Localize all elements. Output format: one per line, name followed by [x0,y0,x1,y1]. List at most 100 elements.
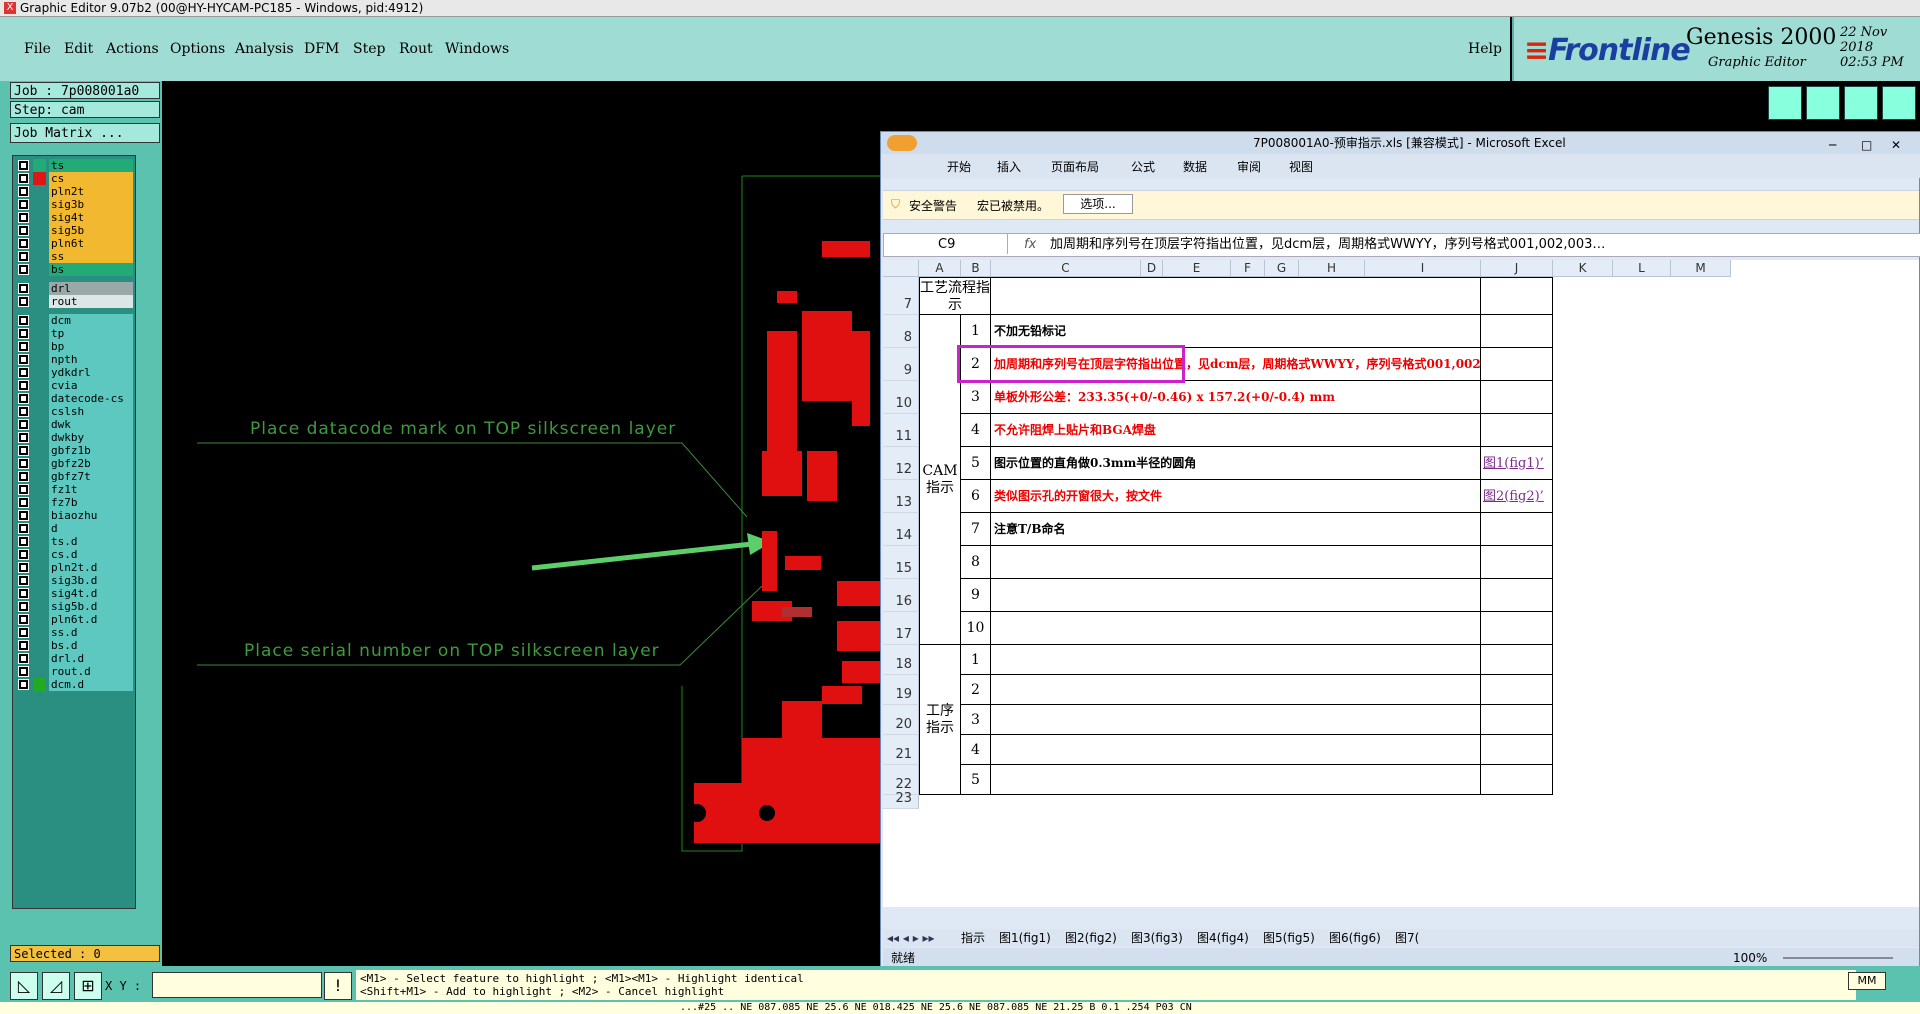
layer-checkbox[interactable] [18,296,29,307]
header-merged-cell[interactable] [991,277,1481,315]
row-header[interactable]: 8 [883,315,919,348]
column-header[interactable]: J [1481,260,1553,277]
layer-checkbox[interactable] [18,679,29,690]
column-header[interactable]: K [1553,260,1613,277]
column-header[interactable]: G [1265,260,1299,277]
figure-link-cell[interactable] [1481,612,1553,645]
column-header[interactable]: L [1613,260,1671,277]
instruction-cell[interactable] [991,675,1481,705]
row-header[interactable]: 20 [883,705,919,735]
instruction-cell[interactable]: 类似图示孔的开窗很大，按文件 [991,480,1481,513]
layer-checkbox[interactable] [18,575,29,586]
index-cell[interactable]: 3 [961,705,991,735]
row-header[interactable]: 9 [883,348,919,381]
menu-windows[interactable]: Windows [445,41,509,57]
layer-checkbox[interactable] [18,393,29,404]
figure-link-cell[interactable] [1481,579,1553,612]
layer-checkbox[interactable] [18,419,29,430]
menu-help[interactable]: Help [1468,41,1502,57]
row-header[interactable]: 14 [883,513,919,546]
name-box[interactable]: C9 [888,234,1008,254]
column-header[interactable]: I [1365,260,1481,277]
instruction-cell[interactable]: 不加无铅标记 [991,315,1481,348]
layer-checkbox[interactable] [18,160,29,171]
select-all-corner[interactable] [883,260,919,277]
instruction-cell[interactable]: 加周期和序列号在顶层字符指出位置，见dcm层，周期格式WWYY，序列号格式001… [991,348,1481,381]
layer-checkbox[interactable] [18,283,29,294]
row-header[interactable]: 10 [883,381,919,414]
instruction-cell[interactable]: 不允许阻焊上贴片和BGA焊盘 [991,414,1481,447]
index-cell[interactable]: 10 [961,612,991,645]
instruction-cell[interactable] [991,579,1481,612]
figure-link-cell[interactable] [1481,675,1553,705]
job-matrix-button[interactable]: Job Matrix ... [10,123,160,143]
security-options-button[interactable]: 选项... [1063,194,1133,214]
menu-file[interactable]: File [24,41,51,57]
tool-button[interactable] [1844,86,1878,120]
instruction-cell[interactable] [991,645,1481,675]
instruction-cell[interactable] [991,735,1481,765]
column-header[interactable]: F [1231,260,1265,277]
figure-link-cell[interactable] [1481,414,1553,447]
layer-checkbox[interactable] [18,510,29,521]
menu-dfm[interactable]: DFM [304,41,339,57]
zoom-level[interactable]: 100% [1733,948,1767,968]
cam-group-cell[interactable]: CAM指示 [919,315,961,645]
sheet-tab[interactable]: 图3(fig3) [1131,929,1183,947]
layer-name[interactable]: dcm.d [49,678,133,691]
row-header[interactable]: 16 [883,579,919,612]
layer-checkbox[interactable] [18,212,29,223]
layer-checkbox[interactable] [18,445,29,456]
layer-checkbox[interactable] [18,315,29,326]
index-cell[interactable]: 5 [961,447,991,480]
measure-tool-icon[interactable]: ◿ [42,972,70,1000]
figure-link-cell[interactable] [1481,705,1553,735]
layer-row[interactable]: bs [13,262,135,277]
sheet-tab[interactable]: 图6(fig6) [1329,929,1381,947]
sheet-tab[interactable]: 指示 [961,929,985,947]
index-cell[interactable]: 6 [961,480,991,513]
table-cell[interactable] [1481,277,1553,315]
figure-link-cell[interactable]: 图2(fig2)’ [1481,480,1553,513]
layer-checkbox[interactable] [18,614,29,625]
grid-tool-icon[interactable]: ⊞ [74,972,102,1000]
layer-checkbox[interactable] [18,186,29,197]
sheet-tab[interactable]: 图1(fig1) [999,929,1051,947]
column-header[interactable]: E [1163,260,1231,277]
layer-checkbox[interactable] [18,601,29,612]
layer-checkbox[interactable] [18,225,29,236]
fx-icon[interactable]: fx [1024,234,1036,256]
ribbon-tab-review[interactable]: 审阅 [1237,158,1261,175]
layer-checkbox[interactable] [18,199,29,210]
ribbon-tab-home[interactable]: 开始 [947,158,971,175]
instruction-cell[interactable]: 注意T/B命名 [991,513,1481,546]
spreadsheet-grid[interactable]: A B C D E F G H I J K L M 7 工艺流程指示 8 1 不加无铅标记 9 2 加周期和序列号在顶层… [883,260,1919,907]
process-group-cell[interactable]: 工序指示 [919,645,961,795]
layer-checkbox[interactable] [18,549,29,560]
units-badge[interactable]: MM [1848,972,1886,990]
row-header[interactable]: 15 [883,546,919,579]
layer-checkbox[interactable] [18,264,29,275]
process-header-cell[interactable]: 工艺流程指示 [919,277,991,315]
column-header[interactable]: H [1299,260,1365,277]
menu-options[interactable]: Options [170,41,225,57]
ribbon-tab-data[interactable]: 数据 [1183,158,1207,175]
figure-link-cell[interactable] [1481,513,1553,546]
menu-step[interactable]: Step [353,41,385,57]
figure-link-cell[interactable] [1481,348,1553,381]
figure-link[interactable]: 图1(fig1)’ [1481,456,1544,471]
tool-button[interactable] [1768,86,1802,120]
ribbon-tab-insert[interactable]: 插入 [997,158,1021,175]
row-header[interactable]: 13 [883,480,919,513]
instruction-cell[interactable] [991,705,1481,735]
maximize-icon[interactable]: □ [1861,134,1872,156]
figure-link-cell[interactable] [1481,735,1553,765]
layer-checkbox[interactable] [18,588,29,599]
layer-checkbox[interactable] [18,367,29,378]
minimize-icon[interactable]: ─ [1829,134,1836,156]
layer-checkbox[interactable] [18,328,29,339]
instruction-cell[interactable] [991,765,1481,795]
index-cell[interactable]: 5 [961,765,991,795]
layer-checkbox[interactable] [18,627,29,638]
layer-checkbox[interactable] [18,238,29,249]
